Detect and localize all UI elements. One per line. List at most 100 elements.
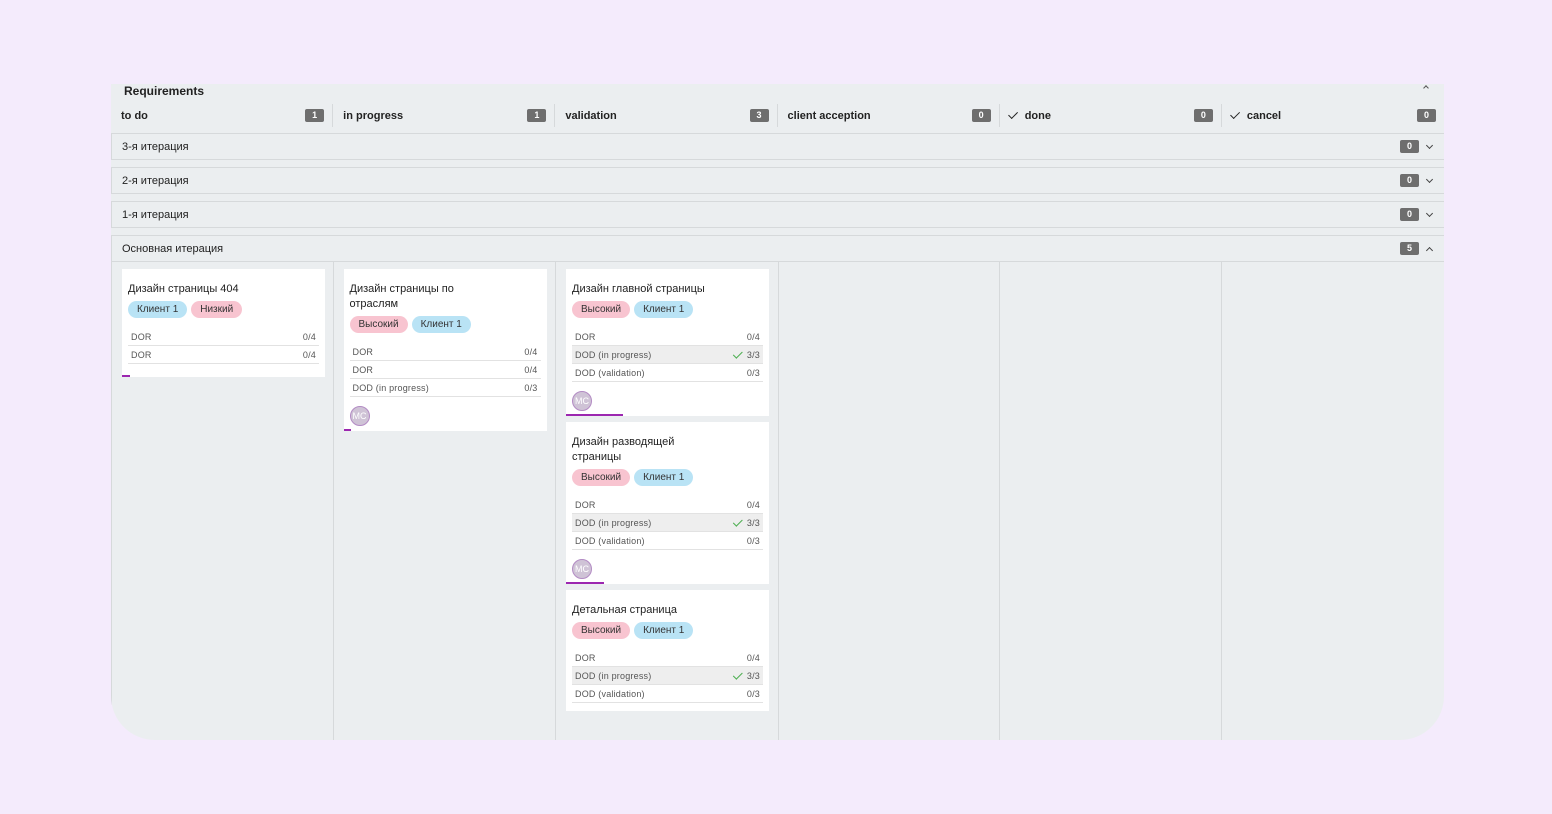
column-label-wrap: done bbox=[1007, 109, 1051, 122]
checklist-row[interactable]: DOR 0/4 bbox=[128, 346, 319, 364]
checklist-row[interactable]: DOD (in progress) 0/3 bbox=[349, 379, 541, 397]
checklist: DOR 0/4 DOD (in progress) 3/3 DOD (valid… bbox=[572, 328, 763, 382]
group-row-iteration-3[interactable]: 3-я итерация 0 bbox=[111, 133, 1444, 160]
checklist-row[interactable]: DOD (validation) 0/3 bbox=[572, 685, 763, 703]
task-card[interactable]: Дизайн разводящей страницы Высокий Клиен… bbox=[566, 422, 769, 584]
checklist-label: DOD (in progress) bbox=[575, 349, 652, 360]
checklist: DOR 0/4 DOR 0/4 DOD (in progress) 0/3 bbox=[349, 343, 541, 397]
checklist-value: 3/3 bbox=[732, 348, 760, 360]
progress-bar bbox=[122, 375, 130, 377]
card-tags: Клиент 1 Низкий bbox=[128, 301, 319, 318]
checklist: DOR 0/4 DOD (in progress) 3/3 DOD (valid… bbox=[572, 496, 763, 550]
avatar[interactable]: МС bbox=[349, 406, 370, 426]
progress-bar bbox=[566, 414, 624, 416]
count-badge: 0 bbox=[1400, 174, 1419, 187]
task-card[interactable]: Дизайн страницы 404 Клиент 1 Низкий DOR … bbox=[122, 269, 325, 377]
chevron-down-icon[interactable] bbox=[1425, 175, 1434, 183]
count-badge: 1 bbox=[527, 109, 547, 122]
checklist-row[interactable]: DOR 0/4 bbox=[349, 343, 541, 361]
checklist-value: 3/3 bbox=[732, 516, 760, 528]
column-header-in-progress[interactable]: in progress 1 bbox=[333, 104, 556, 127]
checklist-row[interactable]: DOD (validation) 0/3 bbox=[572, 532, 763, 550]
chevron-down-icon[interactable] bbox=[1425, 141, 1434, 149]
checklist-label: DOR bbox=[575, 652, 596, 663]
checklist-row[interactable]: DOR 0/4 bbox=[572, 496, 763, 514]
count-badge: 0 bbox=[1193, 109, 1213, 122]
group-controls: 0 bbox=[1400, 174, 1434, 187]
checklist-value: 0/3 bbox=[747, 536, 760, 546]
count-badge: 1 bbox=[305, 109, 325, 122]
tag: Высокий bbox=[572, 622, 631, 639]
check-icon bbox=[732, 669, 743, 680]
tag: Клиент 1 bbox=[634, 301, 694, 318]
checklist-value: 0/4 bbox=[747, 332, 760, 342]
checklist-count: 3/3 bbox=[746, 517, 760, 528]
card-title: Детальная страница bbox=[572, 604, 677, 616]
group-row-main-iteration[interactable]: Основная итерация 5 bbox=[111, 235, 1444, 262]
check-icon bbox=[732, 348, 743, 359]
checkmark-icon bbox=[1229, 109, 1240, 120]
column-label: done bbox=[1024, 109, 1051, 122]
card-title: Дизайн главной страницы bbox=[572, 283, 705, 295]
group-row-iteration-1[interactable]: 1-я итерация 0 bbox=[111, 201, 1444, 228]
column-header-done[interactable]: done 0 bbox=[1000, 104, 1222, 127]
checklist-count: 3/3 bbox=[746, 670, 760, 681]
card-footer bbox=[128, 364, 319, 372]
checklist-row[interactable]: DOR 0/4 bbox=[572, 649, 763, 667]
checklist-row[interactable]: DOD (in progress) 3/3 bbox=[572, 667, 763, 685]
checklist-count: 0/4 bbox=[746, 499, 760, 510]
task-card[interactable]: Дизайн главной страницы Высокий Клиент 1… bbox=[566, 269, 769, 416]
column-header-client-acception[interactable]: client acception 0 bbox=[778, 104, 1000, 127]
task-card[interactable]: Дизайн страницы по отраслям Высокий Клие… bbox=[343, 269, 547, 431]
group-controls: 5 bbox=[1400, 242, 1434, 255]
checklist-label: DOD (validation) bbox=[575, 688, 645, 699]
tag: Клиент 1 bbox=[634, 622, 694, 639]
checklist-row[interactable]: DOD (in progress) 3/3 bbox=[572, 346, 763, 364]
checklist-value: 0/4 bbox=[747, 653, 760, 663]
group-row-iteration-2[interactable]: 2-я итерация 0 bbox=[111, 167, 1444, 194]
card-title: Дизайн страницы 404 bbox=[128, 283, 239, 295]
card-title: Дизайн страницы по отраслям bbox=[349, 283, 454, 310]
checklist-row[interactable]: DOR 0/4 bbox=[572, 328, 763, 346]
card-title: Дизайн разводящей страницы bbox=[572, 436, 675, 463]
column-label: validation bbox=[565, 109, 617, 122]
board-title: Requirements bbox=[124, 84, 205, 98]
checklist-value: 0/4 bbox=[524, 364, 538, 375]
chevron-up-icon[interactable] bbox=[1425, 246, 1434, 254]
checklist-row[interactable]: DOD (in progress) 3/3 bbox=[572, 514, 763, 532]
board-columns: Дизайн страницы 404 Клиент 1 Низкий DOR … bbox=[111, 262, 1444, 740]
task-card[interactable]: Детальная страница Высокий Клиент 1 DOR … bbox=[566, 590, 769, 711]
progress-bar bbox=[343, 429, 352, 431]
group-label: 1-я итерация bbox=[122, 208, 189, 221]
checklist-value: 0/3 bbox=[747, 368, 760, 378]
checklist-value: 0/3 bbox=[747, 689, 760, 699]
checklist-count: 0/3 bbox=[746, 535, 760, 546]
column-header-todo[interactable]: to do 1 bbox=[111, 104, 334, 127]
column-done bbox=[1000, 262, 1223, 740]
column-validation: Дизайн главной страницы Высокий Клиент 1… bbox=[556, 262, 779, 740]
group-label: Основная итерация bbox=[122, 242, 224, 255]
column-header-cancel[interactable]: cancel 0 bbox=[1222, 104, 1444, 127]
column-headers: to do 1 in progress 1 validation 3 clien… bbox=[111, 104, 1444, 127]
column-header-validation[interactable]: validation 3 bbox=[555, 104, 778, 127]
checklist-label: DOR bbox=[352, 346, 374, 357]
avatar[interactable]: МС bbox=[572, 559, 592, 579]
column-label: to do bbox=[121, 109, 148, 122]
checklist-label: DOR bbox=[352, 364, 374, 375]
count-badge: 0 bbox=[1417, 109, 1437, 122]
count-badge: 0 bbox=[1400, 208, 1419, 221]
group-label: 2-я итерация bbox=[122, 174, 189, 187]
card-tags: Высокий Клиент 1 bbox=[572, 469, 763, 486]
chevron-down-icon[interactable] bbox=[1425, 209, 1434, 217]
checklist-value: 0/4 bbox=[302, 349, 316, 360]
checklist-row[interactable]: DOD (validation) 0/3 bbox=[572, 364, 763, 382]
progress-bar bbox=[566, 582, 605, 584]
checklist-value: 3/3 bbox=[732, 669, 760, 681]
checklist-label: DOD (validation) bbox=[575, 535, 645, 546]
tag: Высокий bbox=[572, 301, 631, 318]
collapse-board-icon[interactable] bbox=[1423, 85, 1429, 91]
avatar[interactable]: МС bbox=[572, 391, 592, 411]
checklist-row[interactable]: DOR 0/4 bbox=[349, 361, 541, 379]
checklist-row[interactable]: DOR 0/4 bbox=[128, 328, 319, 346]
checkmark-icon bbox=[1007, 109, 1018, 120]
